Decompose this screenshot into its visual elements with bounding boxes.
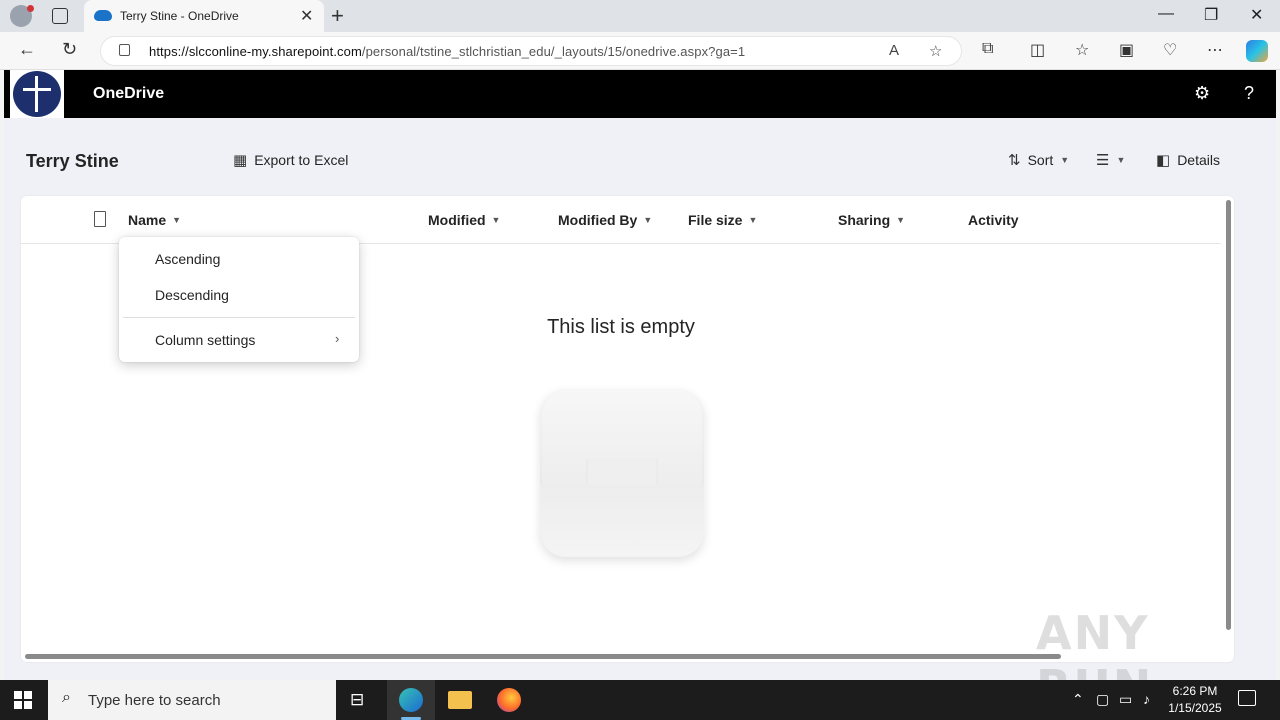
column-context-menu: Ascending Descending Column settings ›	[119, 237, 359, 362]
chevron-down-icon: ▼	[172, 215, 182, 225]
windows-taskbar: ⌕ Type here to search ⊟ ⌃ ▢ ▭ ♪ 6:26 PM …	[0, 680, 1280, 720]
suite-header: OneDrive ⚙ ?	[4, 70, 1276, 118]
column-header-modified[interactable]: Modified ▼	[428, 212, 500, 228]
tray-front	[540, 485, 704, 557]
onedrive-cloud-icon	[94, 10, 112, 21]
tab-actions-icon[interactable]	[52, 8, 68, 24]
clock-time: 6:26 PM	[1172, 684, 1218, 698]
clock-date: 1/15/2025	[1168, 701, 1222, 715]
column-header-activity[interactable]: Activity	[968, 212, 1019, 228]
read-aloud-icon[interactable]: A	[889, 42, 899, 59]
extensions-icon[interactable]: ⧉	[982, 40, 993, 58]
empty-folder-illustration	[540, 389, 704, 557]
browser-tab-bar: Terry Stine - OneDrive ✕ + — ❐ ✕	[0, 0, 1280, 32]
column-header-label: File size	[688, 212, 743, 228]
show-hidden-icons-icon[interactable]: ⌃	[1072, 691, 1084, 708]
view-options-button[interactable]: ☰ ▼	[1096, 151, 1125, 169]
chevron-right-icon: ›	[335, 331, 340, 346]
restore-icon[interactable]: ❐	[1204, 5, 1218, 25]
windows-start-icon[interactable]	[14, 691, 32, 709]
favorite-star-icon[interactable]: ☆	[929, 42, 942, 60]
logo-cross-horizontal	[23, 88, 51, 91]
split-screen-icon[interactable]: ◫	[1030, 40, 1045, 60]
url-text: https://slcconline-my.sharepoint.com/per…	[149, 44, 746, 59]
export-label: Export to Excel	[254, 152, 349, 168]
menu-divider	[123, 317, 355, 318]
refresh-icon[interactable]: ↻	[62, 39, 77, 60]
column-header-label: Modified By	[558, 212, 638, 228]
vertical-scrollbar[interactable]	[1226, 200, 1231, 630]
chevron-down-icon: ▼	[896, 215, 906, 225]
chevron-down-icon: ▼	[748, 215, 758, 225]
browser-address-bar: ← ↻ https://slcconline-my.sharepoint.com…	[0, 32, 1280, 70]
taskbar-search-box[interactable]: ⌕ Type here to search	[48, 680, 336, 720]
more-menu-icon[interactable]: ⋯	[1207, 40, 1223, 60]
task-view-icon: ⊟	[350, 690, 365, 709]
search-icon: ⌕	[62, 689, 71, 706]
taskbar-file-explorer[interactable]	[436, 680, 484, 720]
tab-close-icon[interactable]: ✕	[300, 6, 313, 26]
sort-icon: ⇅	[1008, 152, 1021, 169]
app-name[interactable]: OneDrive	[93, 85, 164, 103]
details-button[interactable]: ◧ Details	[1156, 151, 1220, 169]
column-header-sharing[interactable]: Sharing ▼	[838, 212, 905, 228]
column-header-name[interactable]: Name ▼	[128, 212, 181, 228]
column-header-label: Sharing	[838, 212, 891, 228]
system-clock[interactable]: 6:26 PM 1/15/2025	[1166, 683, 1224, 717]
collections-icon[interactable]: ▣	[1119, 40, 1134, 60]
copilot-icon[interactable]	[1246, 40, 1268, 62]
export-to-excel-button[interactable]: ▦ Export to Excel	[233, 151, 348, 169]
minimize-icon[interactable]: —	[1158, 5, 1174, 23]
logo-cross-vertical	[35, 76, 38, 112]
tab-title: Terry Stine - OneDrive	[120, 9, 239, 23]
excel-icon: ▦	[233, 152, 248, 169]
help-icon[interactable]: ?	[1244, 83, 1254, 104]
horizontal-scrollbar[interactable]	[25, 654, 1061, 659]
settings-people-icon[interactable]: ⚙	[1194, 83, 1210, 104]
device-icon[interactable]: ▢	[1096, 691, 1109, 708]
edge-icon	[399, 688, 423, 712]
network-icon[interactable]: ▭	[1119, 691, 1132, 708]
chevron-down-icon: ▼	[1116, 155, 1126, 165]
org-logo[interactable]	[10, 70, 64, 118]
column-header-modified-by[interactable]: Modified By ▼	[558, 212, 652, 228]
search-placeholder: Type here to search	[88, 692, 221, 709]
favorites-icon[interactable]: ☆	[1075, 40, 1089, 60]
taskbar-firefox[interactable]	[485, 680, 533, 720]
lock-icon[interactable]	[119, 44, 130, 56]
menu-item-ascending[interactable]: Ascending	[155, 251, 220, 267]
sort-label: Sort	[1027, 152, 1054, 168]
menu-item-descending[interactable]: Descending	[155, 287, 229, 303]
chevron-down-icon: ▼	[491, 215, 501, 225]
volume-icon[interactable]: ♪	[1143, 691, 1150, 707]
column-header-file-size[interactable]: File size ▼	[688, 212, 757, 228]
menu-item-column-settings[interactable]: Column settings	[155, 332, 255, 348]
chevron-down-icon: ▼	[1060, 155, 1070, 165]
folder-icon	[448, 691, 472, 709]
column-header-label: Name	[128, 212, 167, 228]
column-header-label: Activity	[968, 212, 1019, 228]
column-header-label: Modified	[428, 212, 486, 228]
file-type-icon[interactable]	[94, 211, 106, 227]
url-input[interactable]: https://slcconline-my.sharepoint.com/per…	[100, 36, 962, 66]
browser-essentials-icon[interactable]: ♡	[1163, 40, 1177, 60]
onedrive-app: OneDrive ⚙ ? Terry Stine ▦ Export to Exc…	[4, 70, 1276, 680]
sort-button[interactable]: ⇅ Sort ▼	[1008, 151, 1069, 169]
details-label: Details	[1177, 152, 1220, 168]
window-close-icon[interactable]: ✕	[1250, 5, 1263, 25]
browser-tab-active[interactable]: Terry Stine - OneDrive ✕	[84, 0, 324, 32]
new-tab-icon[interactable]: +	[331, 3, 344, 29]
profile-notification-dot	[27, 5, 34, 12]
list-view-icon: ☰	[1096, 152, 1110, 169]
taskbar-edge[interactable]	[387, 680, 435, 720]
details-pane-icon: ◧	[1156, 152, 1171, 169]
back-arrow-icon[interactable]: ←	[18, 39, 36, 60]
firefox-icon	[497, 688, 521, 712]
page-title: Terry Stine	[26, 151, 119, 171]
chevron-down-icon: ▼	[643, 215, 653, 225]
task-view-button[interactable]: ⊟	[336, 680, 384, 720]
notification-icon[interactable]	[1238, 690, 1256, 706]
